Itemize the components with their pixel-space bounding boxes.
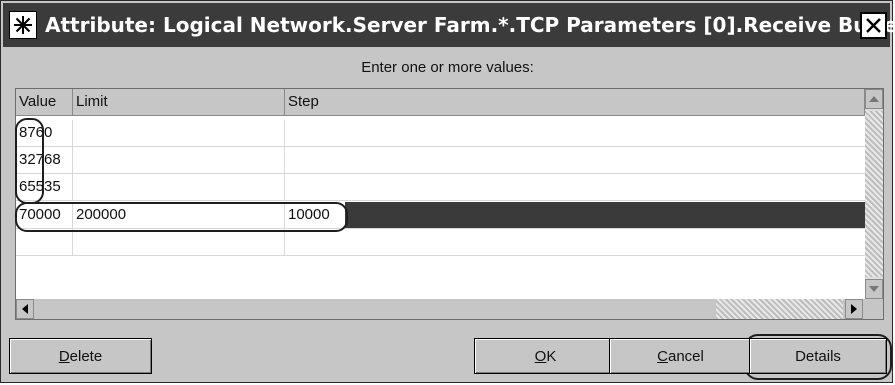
table-row-selected[interactable]: 70000 200000 10000	[16, 202, 865, 229]
cancel-button-hotkey: C	[657, 347, 668, 365]
attribute-dialog: Attribute: Logical Network.Server Farm.*…	[0, 0, 895, 383]
vertical-scrollbar[interactable]	[865, 89, 883, 299]
delete-button-suffix: elete	[69, 347, 103, 365]
delete-button-hotkey: D	[58, 347, 70, 365]
window-title: Attribute: Logical Network.Server Farm.*…	[45, 13, 895, 37]
column-header-value[interactable]: Value	[16, 89, 73, 116]
value-cell[interactable]: 70000	[16, 202, 73, 228]
value-cell[interactable]	[16, 229, 73, 255]
cancel-button[interactable]: Cancel	[609, 338, 752, 374]
table-row[interactable]: 65535	[16, 174, 865, 201]
ok-button[interactable]: OK	[474, 338, 617, 374]
arrow-right-icon[interactable]	[845, 299, 863, 319]
value-cell[interactable]: 65535	[16, 174, 73, 200]
step-cell[interactable]: 10000	[285, 202, 345, 228]
scroll-corner	[865, 299, 883, 319]
horizontal-scroll-track[interactable]	[716, 299, 843, 319]
arrow-down-icon[interactable]	[865, 279, 883, 299]
vertical-scroll-track[interactable]	[865, 111, 883, 277]
instruction-text: Enter one or more values:	[361, 59, 534, 76]
cancel-button-suffix: ancel	[667, 347, 704, 365]
ok-button-hotkey: O	[534, 347, 547, 365]
column-header-step[interactable]: Step	[285, 89, 865, 116]
values-table: Value Limit Step 8760 32768 65535 70000 …	[15, 88, 884, 320]
step-cell[interactable]	[285, 174, 865, 200]
column-header-limit[interactable]: Limit	[73, 89, 285, 116]
limit-cell[interactable]	[73, 120, 285, 146]
step-cell[interactable]	[285, 229, 865, 255]
arrow-up-icon[interactable]	[865, 89, 883, 109]
step-cell[interactable]	[285, 147, 865, 173]
selection-highlight	[345, 202, 865, 228]
limit-cell[interactable]	[73, 147, 285, 173]
title-bar[interactable]: Attribute: Logical Network.Server Farm.*…	[3, 3, 895, 47]
limit-cell[interactable]	[73, 174, 285, 200]
star-icon	[9, 11, 37, 39]
table-row[interactable]: 8760	[16, 120, 865, 147]
delete-button[interactable]: Delete	[9, 338, 152, 374]
value-cell[interactable]: 8760	[16, 120, 73, 146]
step-cell[interactable]	[285, 120, 865, 146]
close-icon[interactable]	[860, 12, 887, 39]
value-cell[interactable]: 32768	[16, 147, 73, 173]
details-button[interactable]: Details	[749, 338, 887, 374]
arrow-left-icon[interactable]	[16, 299, 34, 319]
horizontal-scrollbar[interactable]	[16, 299, 865, 319]
limit-cell[interactable]	[73, 229, 285, 255]
table-row[interactable]	[16, 229, 865, 256]
table-row[interactable]: 32768	[16, 147, 865, 174]
ok-button-suffix: K	[546, 347, 557, 365]
limit-cell[interactable]: 200000	[73, 202, 285, 228]
